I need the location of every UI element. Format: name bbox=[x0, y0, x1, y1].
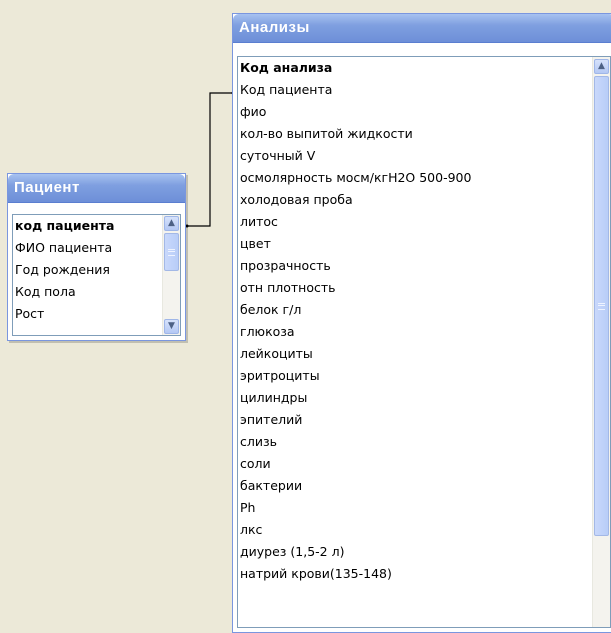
field-item[interactable]: литос bbox=[238, 211, 592, 233]
field-item[interactable]: лкс bbox=[238, 519, 592, 541]
patient-table-title[interactable]: Пациент bbox=[8, 174, 185, 203]
field-item[interactable]: Код анализа bbox=[238, 57, 592, 79]
field-item[interactable]: диурез (1,5-2 л) bbox=[238, 541, 592, 563]
field-item[interactable]: слизь bbox=[238, 431, 592, 453]
analyses-field-list[interactable]: Код анализа Код пациента фио кол-во выпитой… bbox=[238, 57, 592, 585]
field-item[interactable]: Код пациента bbox=[238, 79, 592, 101]
field-item[interactable]: бактерии bbox=[238, 475, 592, 497]
field-item[interactable]: эпителий bbox=[238, 409, 592, 431]
scroll-down-arrow-icon[interactable]: ▼ bbox=[164, 319, 179, 334]
patient-field-list-box[interactable]: код пациента ФИО пациента Год рождения Код … bbox=[12, 214, 181, 336]
field-item[interactable]: цилиндры bbox=[238, 387, 592, 409]
field-item[interactable]: цвет bbox=[238, 233, 592, 255]
field-item[interactable]: Рост bbox=[13, 303, 162, 325]
field-item[interactable]: Код пола bbox=[13, 281, 162, 303]
analyses-table-title[interactable]: Анализы bbox=[233, 14, 611, 43]
field-item[interactable]: глюкоза bbox=[238, 321, 592, 343]
patient-table-window[interactable]: Пациент код пациента ФИО пациента Год рожд… bbox=[7, 173, 186, 341]
field-item[interactable]: Год рождения bbox=[13, 259, 162, 281]
analyses-scrollbar[interactable]: ▲ bbox=[592, 57, 610, 627]
field-item[interactable]: ФИО пациента bbox=[13, 237, 162, 259]
analyses-table-window[interactable]: Анализы Код анализа Код пациента фио кол-во… bbox=[232, 13, 611, 633]
field-item[interactable]: фио bbox=[238, 101, 592, 123]
field-item[interactable]: натрий крови(135-148) bbox=[238, 563, 592, 585]
scroll-up-arrow-icon[interactable]: ▲ bbox=[594, 59, 609, 74]
field-item[interactable]: лейкоциты bbox=[238, 343, 592, 365]
scroll-thumb[interactable] bbox=[164, 233, 179, 271]
field-item[interactable]: отн плотность bbox=[238, 277, 592, 299]
patient-field-list[interactable]: код пациента ФИО пациента Год рождения Код … bbox=[13, 215, 162, 325]
field-item[interactable]: соли bbox=[238, 453, 592, 475]
analyses-field-list-box[interactable]: Код анализа Код пациента фио кол-во выпитой… bbox=[237, 56, 611, 628]
field-item[interactable]: код пациента bbox=[13, 215, 162, 237]
field-item[interactable]: прозрачность bbox=[238, 255, 592, 277]
field-item[interactable]: суточный V bbox=[238, 145, 592, 167]
field-item[interactable]: кол-во выпитой жидкости bbox=[238, 123, 592, 145]
scroll-thumb[interactable] bbox=[594, 76, 609, 536]
scroll-up-arrow-icon[interactable]: ▲ bbox=[164, 216, 179, 231]
field-item[interactable]: белок г/л bbox=[238, 299, 592, 321]
field-item[interactable]: холодовая проба bbox=[238, 189, 592, 211]
field-item[interactable]: Ph bbox=[238, 497, 592, 519]
field-item[interactable]: осмолярность мосм/кгН2О 500-900 bbox=[238, 167, 592, 189]
patient-scrollbar[interactable]: ▲ ▼ bbox=[162, 215, 180, 335]
field-item[interactable]: эритроциты bbox=[238, 365, 592, 387]
